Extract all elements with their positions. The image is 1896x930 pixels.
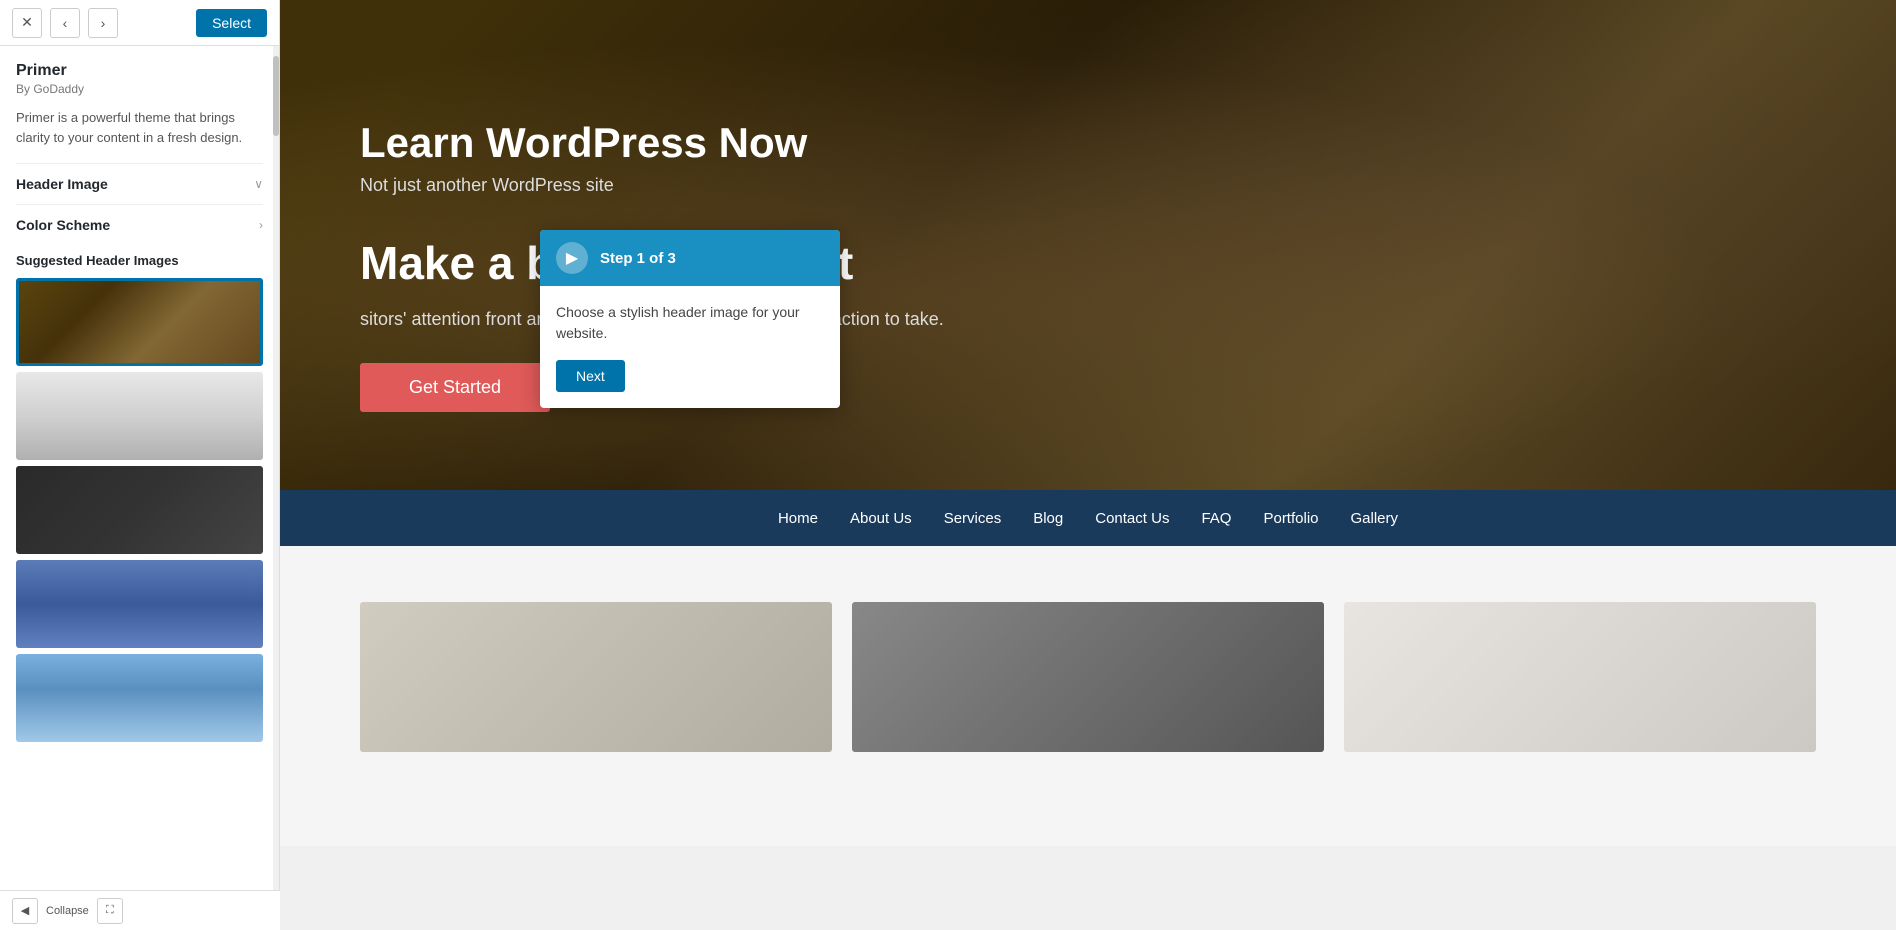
panel-body: Primer By GoDaddy Primer is a powerful t… xyxy=(0,46,279,930)
collapse-label[interactable]: Collapse xyxy=(46,905,89,917)
step-overlay: ▶ Step 1 of 3 Choose a stylish header im… xyxy=(540,230,840,408)
nav-portfolio[interactable]: Portfolio xyxy=(1263,510,1318,527)
nav-services[interactable]: Services xyxy=(944,510,1002,527)
scroll-handle[interactable] xyxy=(273,46,279,890)
chevron-right-icon: › xyxy=(259,218,263,232)
thumbnail-apple[interactable] xyxy=(16,466,263,554)
step-title: Step 1 of 3 xyxy=(600,250,676,267)
nav-gallery[interactable]: Gallery xyxy=(1351,510,1399,527)
thumbnail-grid xyxy=(16,278,263,742)
card-row xyxy=(360,602,1816,752)
hide-controls-button[interactable]: ◀ xyxy=(12,898,38,924)
site-tagline: Not just another WordPress site xyxy=(360,175,1816,196)
card-3 xyxy=(1344,602,1816,752)
nav-faq[interactable]: FAQ xyxy=(1201,510,1231,527)
step-body: Choose a stylish header image for your w… xyxy=(540,286,840,408)
bottom-bar: ◀ Collapse ⛶ xyxy=(0,890,280,930)
color-scheme-section[interactable]: Color Scheme › xyxy=(16,204,263,245)
card-1 xyxy=(360,602,832,752)
back-button[interactable]: ‹ xyxy=(50,8,80,38)
theme-name: Primer xyxy=(16,62,263,80)
theme-description: Primer is a powerful theme that brings c… xyxy=(16,108,263,147)
header-image-section[interactable]: Header Image ∨ xyxy=(16,163,263,204)
expand-button[interactable]: ⛶ xyxy=(97,898,123,924)
step-play-icon: ▶ xyxy=(556,242,588,274)
card-2 xyxy=(852,602,1324,752)
step-next-button[interactable]: Next xyxy=(556,360,625,392)
color-scheme-label: Color Scheme xyxy=(16,217,110,233)
nav-contact[interactable]: Contact Us xyxy=(1095,510,1169,527)
nav-about[interactable]: About Us xyxy=(850,510,912,527)
step-header: ▶ Step 1 of 3 xyxy=(540,230,840,286)
site-title: Learn WordPress Now xyxy=(360,119,1816,167)
suggested-images-label: Suggested Header Images xyxy=(16,253,263,268)
nav-home[interactable]: Home xyxy=(778,510,818,527)
thumbnail-desk[interactable] xyxy=(16,372,263,460)
thumbnail-caps2[interactable] xyxy=(16,654,263,742)
panel-header: ✕ ‹ › Select xyxy=(0,0,279,46)
page-content xyxy=(280,546,1896,846)
hero-section: Learn WordPress Now Not just another Wor… xyxy=(280,0,1896,490)
theme-author: By GoDaddy xyxy=(16,82,263,96)
step-description: Choose a stylish header image for your w… xyxy=(556,302,824,344)
nav-bar: Home About Us Services Blog Contact Us F… xyxy=(280,490,1896,546)
chevron-down-icon: ∨ xyxy=(254,177,263,191)
thumbnail-conference[interactable] xyxy=(16,278,263,366)
forward-button[interactable]: › xyxy=(88,8,118,38)
scroll-thumb xyxy=(273,56,279,136)
close-button[interactable]: ✕ xyxy=(12,8,42,38)
main-content: Learn WordPress Now Not just another Wor… xyxy=(280,0,1896,930)
select-button[interactable]: Select xyxy=(196,9,267,37)
thumbnail-caps1[interactable] xyxy=(16,560,263,648)
header-image-label: Header Image xyxy=(16,176,108,192)
customizer-panel: ✕ ‹ › Select Primer By GoDaddy Primer is… xyxy=(0,0,280,930)
cta-button[interactable]: Get Started xyxy=(360,363,550,412)
nav-blog[interactable]: Blog xyxy=(1033,510,1063,527)
